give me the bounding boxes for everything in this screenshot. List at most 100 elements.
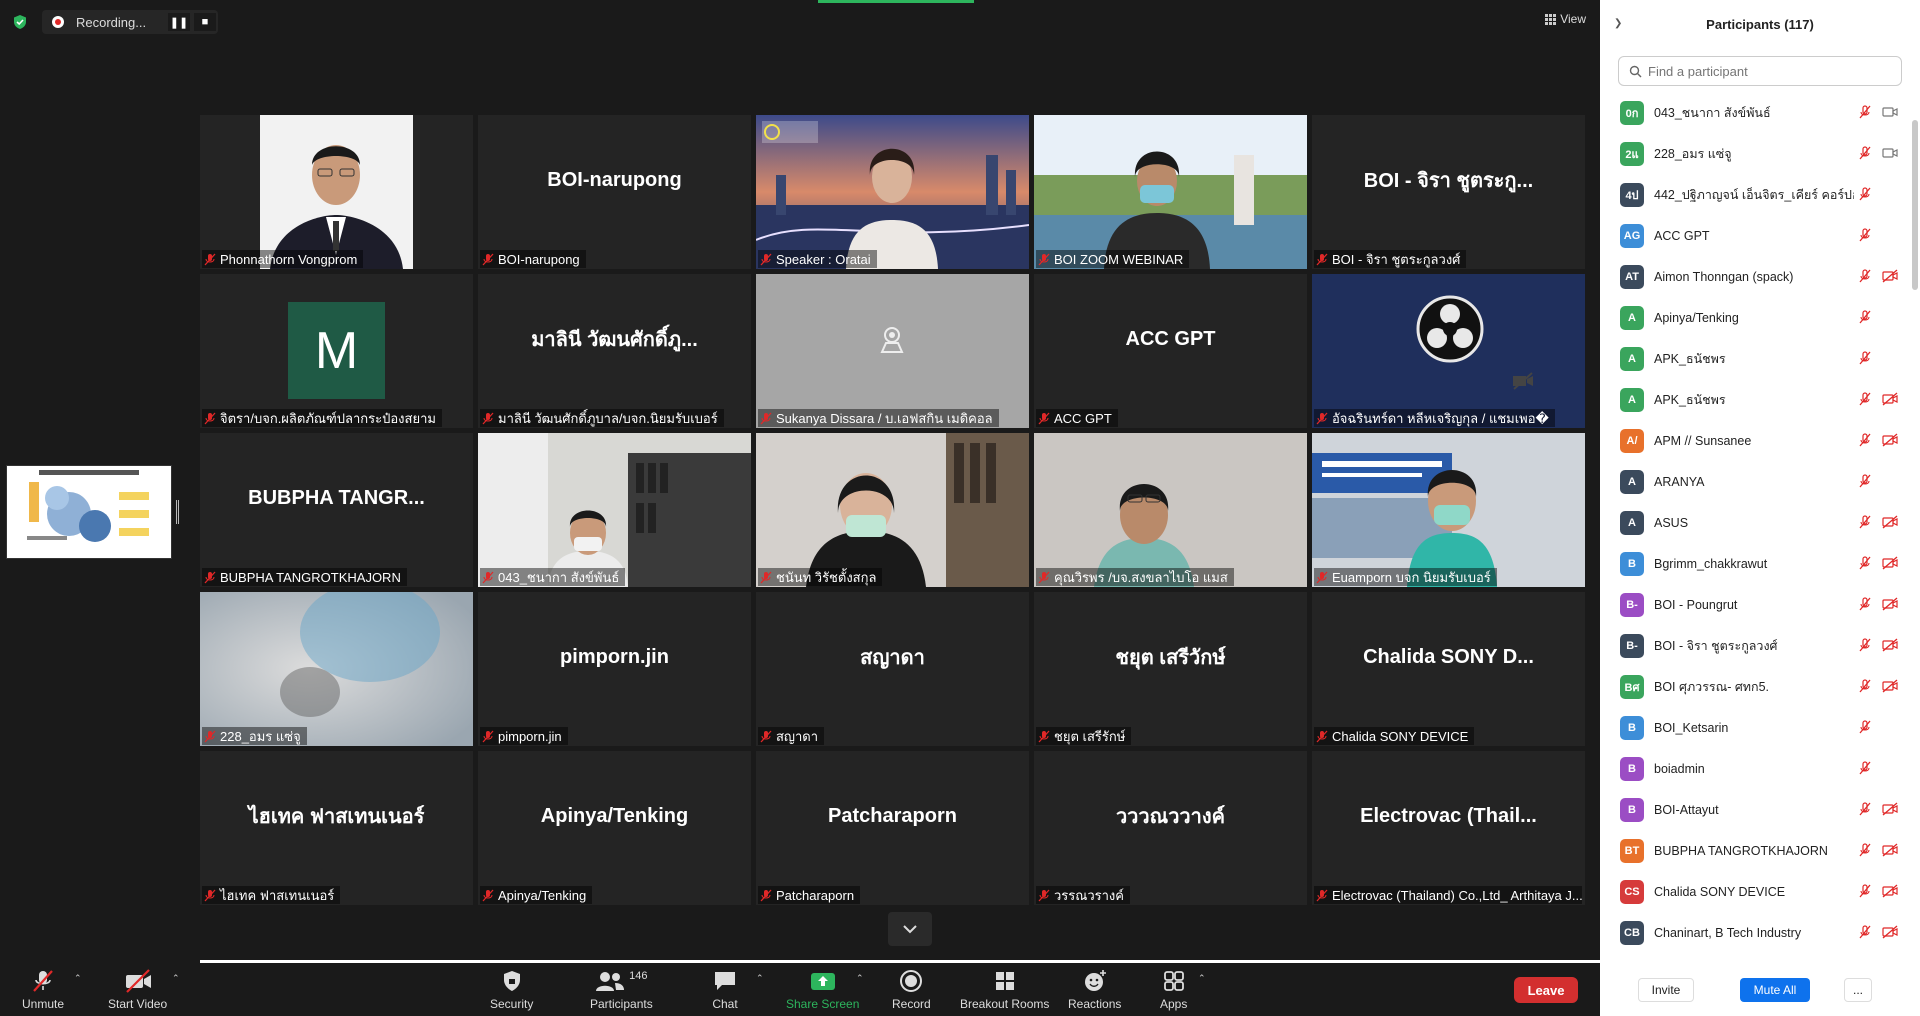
video-tile[interactable]: ชยุต เสรีวักษ์ ชยุต เสรีรักษ์ <box>1034 592 1307 746</box>
video-on-icon[interactable] <box>1882 105 1898 119</box>
mic-muted-icon[interactable] <box>1858 392 1872 406</box>
mic-muted-icon[interactable] <box>1858 351 1872 365</box>
mic-muted-icon[interactable] <box>1858 187 1872 201</box>
video-off-icon[interactable] <box>1882 556 1898 570</box>
mic-muted-icon[interactable] <box>1858 269 1872 283</box>
participant-row[interactable]: B Bgrimm_chakkrawut <box>1600 543 1912 584</box>
video-off-icon[interactable] <box>1882 269 1898 283</box>
mic-muted-icon[interactable] <box>1858 146 1872 160</box>
participant-row[interactable]: AT Aimon Thonngan (spack) <box>1600 256 1912 297</box>
mic-muted-icon[interactable] <box>1858 761 1872 775</box>
video-tile[interactable]: BOI ZOOM WEBINAR <box>1034 115 1307 269</box>
shared-screen-thumbnail[interactable] <box>6 465 172 559</box>
search-input[interactable] <box>1648 63 1888 79</box>
participant-row[interactable]: A APK_ธนัชพร <box>1600 338 1912 379</box>
video-off-icon[interactable] <box>1882 843 1898 857</box>
participant-row[interactable]: AG ACC GPT <box>1600 215 1912 256</box>
mic-muted-icon[interactable] <box>1858 474 1872 488</box>
video-tile[interactable]: Sukanya Dissara / บ.เอฟสกิน เมดิคอล <box>756 274 1029 428</box>
mic-muted-icon[interactable] <box>1858 638 1872 652</box>
participant-row[interactable]: B- BOI - จิรา ชูตระกูลวงศ์ <box>1600 625 1912 666</box>
chat-button[interactable]: Chat <box>712 967 738 1011</box>
video-tile[interactable]: คุณวิรพร /บจ.สงขลาไบโอ แมส <box>1034 433 1307 587</box>
video-on-icon[interactable] <box>1882 146 1898 160</box>
mic-muted-icon[interactable] <box>1858 433 1872 447</box>
mic-muted-icon[interactable] <box>1858 843 1872 857</box>
video-off-icon[interactable] <box>1882 925 1898 939</box>
video-tile[interactable]: ACC GPT ACC GPT <box>1034 274 1307 428</box>
video-off-icon[interactable] <box>1882 802 1898 816</box>
participant-row[interactable]: 0ก 043_ชนากา สังข์พันธ์ <box>1600 92 1912 133</box>
participant-row[interactable]: B BOI-Attayut <box>1600 789 1912 830</box>
video-tile[interactable]: BOI-narupong BOI-narupong <box>478 115 751 269</box>
video-options-caret[interactable]: ⌃ <box>172 973 180 984</box>
participant-row[interactable]: B- BOI - Poungrut <box>1600 584 1912 625</box>
video-tile[interactable]: สญาดา สญาดา <box>756 592 1029 746</box>
mic-muted-icon[interactable] <box>1858 802 1872 816</box>
video-tile[interactable]: ไฮเทค ฟาสเทนเนอร์ ไฮเทค ฟาสเทนเนอร์ <box>200 751 473 905</box>
start-video-button[interactable]: Start Video <box>108 967 167 1011</box>
video-off-icon[interactable] <box>1882 884 1898 898</box>
video-off-icon[interactable] <box>1882 638 1898 652</box>
video-tile[interactable]: Euamporn บจก นิยมรับเบอร์ <box>1312 433 1585 587</box>
participant-row[interactable]: CB Chaninart, B Tech Industry <box>1600 912 1912 953</box>
participant-row[interactable]: A Apinya/Tenking <box>1600 297 1912 338</box>
video-tile[interactable]: วววณววางค์ วรรณวรางค์ <box>1034 751 1307 905</box>
video-tile[interactable]: Patcharaporn Patcharaporn <box>756 751 1029 905</box>
more-options-button[interactable]: ... <box>1844 978 1872 1002</box>
breakout-rooms-button[interactable]: Breakout Rooms <box>960 967 1049 1011</box>
mic-muted-icon[interactable] <box>1858 310 1872 324</box>
video-tile[interactable]: pimporn.jin pimporn.jin <box>478 592 751 746</box>
video-tile[interactable]: Speaker : Oratai <box>756 115 1029 269</box>
apps-options-caret[interactable]: ⌃ <box>1198 973 1206 984</box>
video-tile[interactable]: มาลินี วัฒนศักดิ์ภู... มาลินี วัฒนศักดิ์ภ… <box>478 274 751 428</box>
participant-search-box[interactable] <box>1618 56 1902 86</box>
security-shield-icon[interactable] <box>12 14 28 30</box>
participant-list-scrollbar[interactable] <box>1912 120 1918 290</box>
video-off-icon[interactable] <box>1882 597 1898 611</box>
video-tile[interactable]: 228_อมร แซ่จู <box>200 592 473 746</box>
video-off-icon[interactable] <box>1882 515 1898 529</box>
mic-muted-icon[interactable] <box>1858 884 1872 898</box>
share-panel-resize-handle[interactable] <box>176 500 179 524</box>
participant-row[interactable]: BT BUBPHA TANGROTKHAJORN <box>1600 830 1912 871</box>
participant-row[interactable]: B BOI_Ketsarin <box>1600 707 1912 748</box>
invite-button[interactable]: Invite <box>1638 978 1694 1002</box>
chat-options-caret[interactable]: ⌃ <box>756 973 764 984</box>
share-screen-button[interactable]: Share Screen <box>786 967 859 1011</box>
apps-button[interactable]: Apps <box>1160 967 1187 1011</box>
mic-muted-icon[interactable] <box>1858 679 1872 693</box>
mic-muted-icon[interactable] <box>1858 228 1872 242</box>
participant-row[interactable]: A/APM // Sunsanee <box>1600 420 1912 461</box>
next-page-button[interactable] <box>888 912 932 946</box>
video-off-icon[interactable] <box>1882 433 1898 447</box>
video-tile[interactable]: BOI - จิรา ชูตระกู... BOI - จิรา ชูตระกูล… <box>1312 115 1585 269</box>
participants-button[interactable]: 146 Participants <box>590 967 653 1011</box>
leave-button[interactable]: Leave <box>1514 977 1578 1003</box>
reactions-button[interactable]: Reactions <box>1068 967 1121 1011</box>
video-tile[interactable]: Apinya/Tenking Apinya/Tenking <box>478 751 751 905</box>
audio-options-caret[interactable]: ⌃ <box>74 973 82 984</box>
mic-muted-icon[interactable] <box>1858 105 1872 119</box>
participant-row[interactable]: A ARANYA <box>1600 461 1912 502</box>
video-tile[interactable]: M จิตรา/บจก.ผลิตภัณฑ์ปลากระป๋องสยาม <box>200 274 473 428</box>
participant-row[interactable]: 2แ 228_อมร แซ่จู <box>1600 133 1912 174</box>
video-off-icon[interactable] <box>1882 392 1898 406</box>
video-tile[interactable]: Phonnathorn Vongprom <box>200 115 473 269</box>
mic-muted-icon[interactable] <box>1858 597 1872 611</box>
participant-row[interactable]: A ASUS <box>1600 502 1912 543</box>
mute-all-button[interactable]: Mute All <box>1740 978 1810 1002</box>
mic-muted-icon[interactable] <box>1858 925 1872 939</box>
participant-row[interactable]: 4ป 442_ปฐิภาญจน์ เอ็นจิตร_เคียร์ คอร์ปอเร… <box>1600 174 1912 215</box>
video-tile[interactable]: ชนันท วิรัชตั้งสกุล <box>756 433 1029 587</box>
pause-recording-button[interactable]: ❚❚ <box>168 13 190 31</box>
mic-muted-icon[interactable] <box>1858 515 1872 529</box>
view-button[interactable]: View <box>1545 12 1586 26</box>
participant-row[interactable]: Bboiadmin <box>1600 748 1912 789</box>
participant-row[interactable]: A APK_ธนัชพร <box>1600 379 1912 420</box>
mic-muted-icon[interactable] <box>1858 720 1872 734</box>
video-off-icon[interactable] <box>1882 679 1898 693</box>
mic-muted-icon[interactable] <box>1858 556 1872 570</box>
participant-row[interactable]: Bศ BOI ศุภวรรณ- ศทก5. <box>1600 666 1912 707</box>
video-tile[interactable]: อัจฉรินทร์ดา หลีหเจริญกุล / แชมเพอ� <box>1312 274 1585 428</box>
